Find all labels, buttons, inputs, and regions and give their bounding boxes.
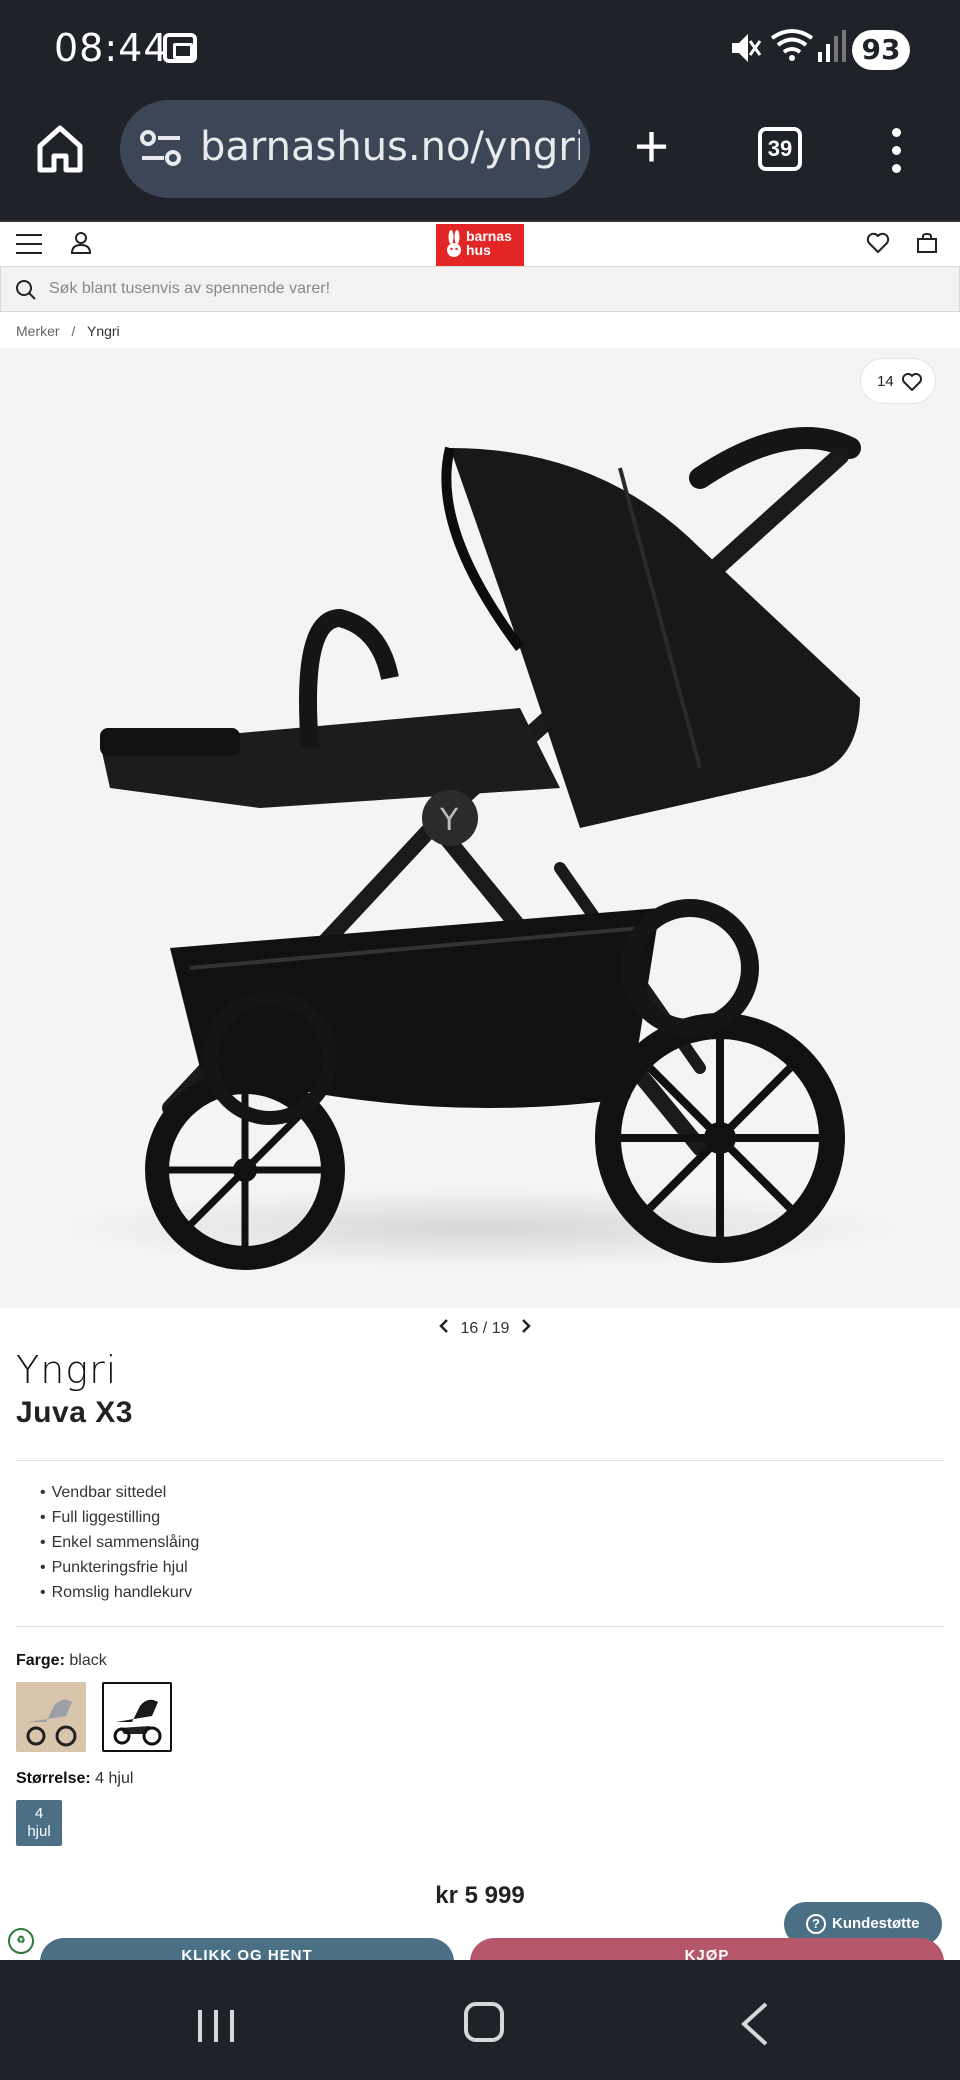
svg-text:Y: Y [439, 803, 459, 838]
size-label-title: Størrelse: [16, 1770, 91, 1787]
stroller-thumbnail [113, 1699, 162, 1746]
favorite-button[interactable]: 14 [860, 358, 936, 404]
gallery-position: 16 / 19 [460, 1319, 510, 1337]
color-label: Farge: black [16, 1652, 107, 1670]
size-option-4-wheels[interactable]: 4 hjul [16, 1800, 62, 1846]
favorite-count: 14 [877, 373, 894, 390]
feature-list: Vendbar sittedel Full liggestilling Enke… [40, 1484, 200, 1609]
heart-icon [902, 373, 922, 391]
feature-item: Vendbar sittedel [40, 1484, 199, 1502]
size-label: Størrelse: 4 hjul [16, 1770, 133, 1788]
feature-item: Enkel sammenslåing [40, 1534, 200, 1552]
logo-line-1: barnas [466, 228, 512, 244]
search-input[interactable]: Søk blant tusenvis av spennende varer! [49, 280, 330, 298]
stroller-thumbnail [16, 1682, 86, 1752]
new-tab-button[interactable]: + [634, 117, 669, 177]
size-option-line-1: 4 [34, 1805, 44, 1822]
product-image[interactable]: Y 14 [0, 348, 960, 1308]
site-logo[interactable]: barnas hus [436, 224, 524, 266]
size-option-line-2: hjul [27, 1823, 51, 1840]
feature-item: Punkteringsfrie hjul [40, 1559, 199, 1577]
back-icon[interactable] [740, 2002, 770, 2046]
color-label-title: Farge: [16, 1652, 65, 1669]
color-swatch-grey[interactable] [16, 1682, 86, 1752]
wishlist-icon[interactable] [866, 232, 890, 254]
breadcrumb: Merker / Yngri [16, 323, 120, 339]
screenshot-icon [163, 33, 197, 63]
support-label: Kundestøtte [832, 1915, 920, 1932]
bunny-logo-icon [447, 230, 461, 257]
wifi-icon [770, 29, 814, 61]
brand-logo[interactable]: Yngri [16, 1348, 117, 1392]
product-title: Juva X3 [16, 1396, 133, 1429]
size-value: 4 hjul [95, 1770, 134, 1787]
color-value: black [69, 1652, 107, 1669]
menu-icon[interactable] [16, 234, 42, 261]
chevron-left-icon[interactable] [438, 1318, 450, 1339]
breadcrumb-separator: / [71, 323, 76, 339]
breadcrumb-root[interactable]: Merker [16, 323, 60, 339]
signal-icon [818, 30, 846, 62]
cart-icon[interactable] [916, 232, 938, 254]
address-bar[interactable]: barnashus.no/yngri/j [120, 100, 590, 198]
system-nav-bar [0, 1960, 960, 2080]
site-settings-icon[interactable] [140, 130, 182, 166]
divider [16, 1626, 944, 1627]
tab-switcher-button[interactable]: 39 [758, 127, 802, 171]
home-icon[interactable] [36, 124, 84, 174]
browser-menu-icon[interactable] [892, 128, 902, 182]
user-icon[interactable] [70, 231, 92, 255]
chevron-right-icon[interactable] [520, 1318, 532, 1339]
status-bar: 08:44 93 [0, 0, 960, 100]
feature-item: Romslig handlekurv [40, 1584, 199, 1602]
help-icon: ? [806, 1914, 826, 1934]
browser-toolbar: barnashus.no/yngri/j + 39 [0, 100, 960, 220]
site-header: barnas hus [0, 220, 960, 266]
battery-level: 93 [852, 30, 910, 70]
breadcrumb-current[interactable]: Yngri [87, 323, 120, 339]
search-icon [16, 280, 36, 300]
logo-line-2: hus [466, 242, 491, 258]
home-nav-icon[interactable] [464, 2002, 504, 2042]
gallery-nav: 16 / 19 [438, 1318, 532, 1339]
color-swatch-black[interactable] [102, 1682, 172, 1752]
stroller-image: Y [60, 427, 900, 1270]
search-bar[interactable]: Søk blant tusenvis av spennende varer! [0, 266, 960, 312]
divider [16, 1460, 944, 1461]
mute-icon [732, 34, 762, 62]
eco-badge-icon[interactable]: ♻ [8, 1928, 34, 1954]
logo-text: barnas hus [466, 229, 512, 257]
feature-item: Full liggestilling [40, 1509, 199, 1527]
status-time: 08:44 [54, 26, 169, 70]
url-text: barnashus.no/yngri/j [200, 124, 580, 170]
recents-icon[interactable] [196, 2006, 236, 2046]
